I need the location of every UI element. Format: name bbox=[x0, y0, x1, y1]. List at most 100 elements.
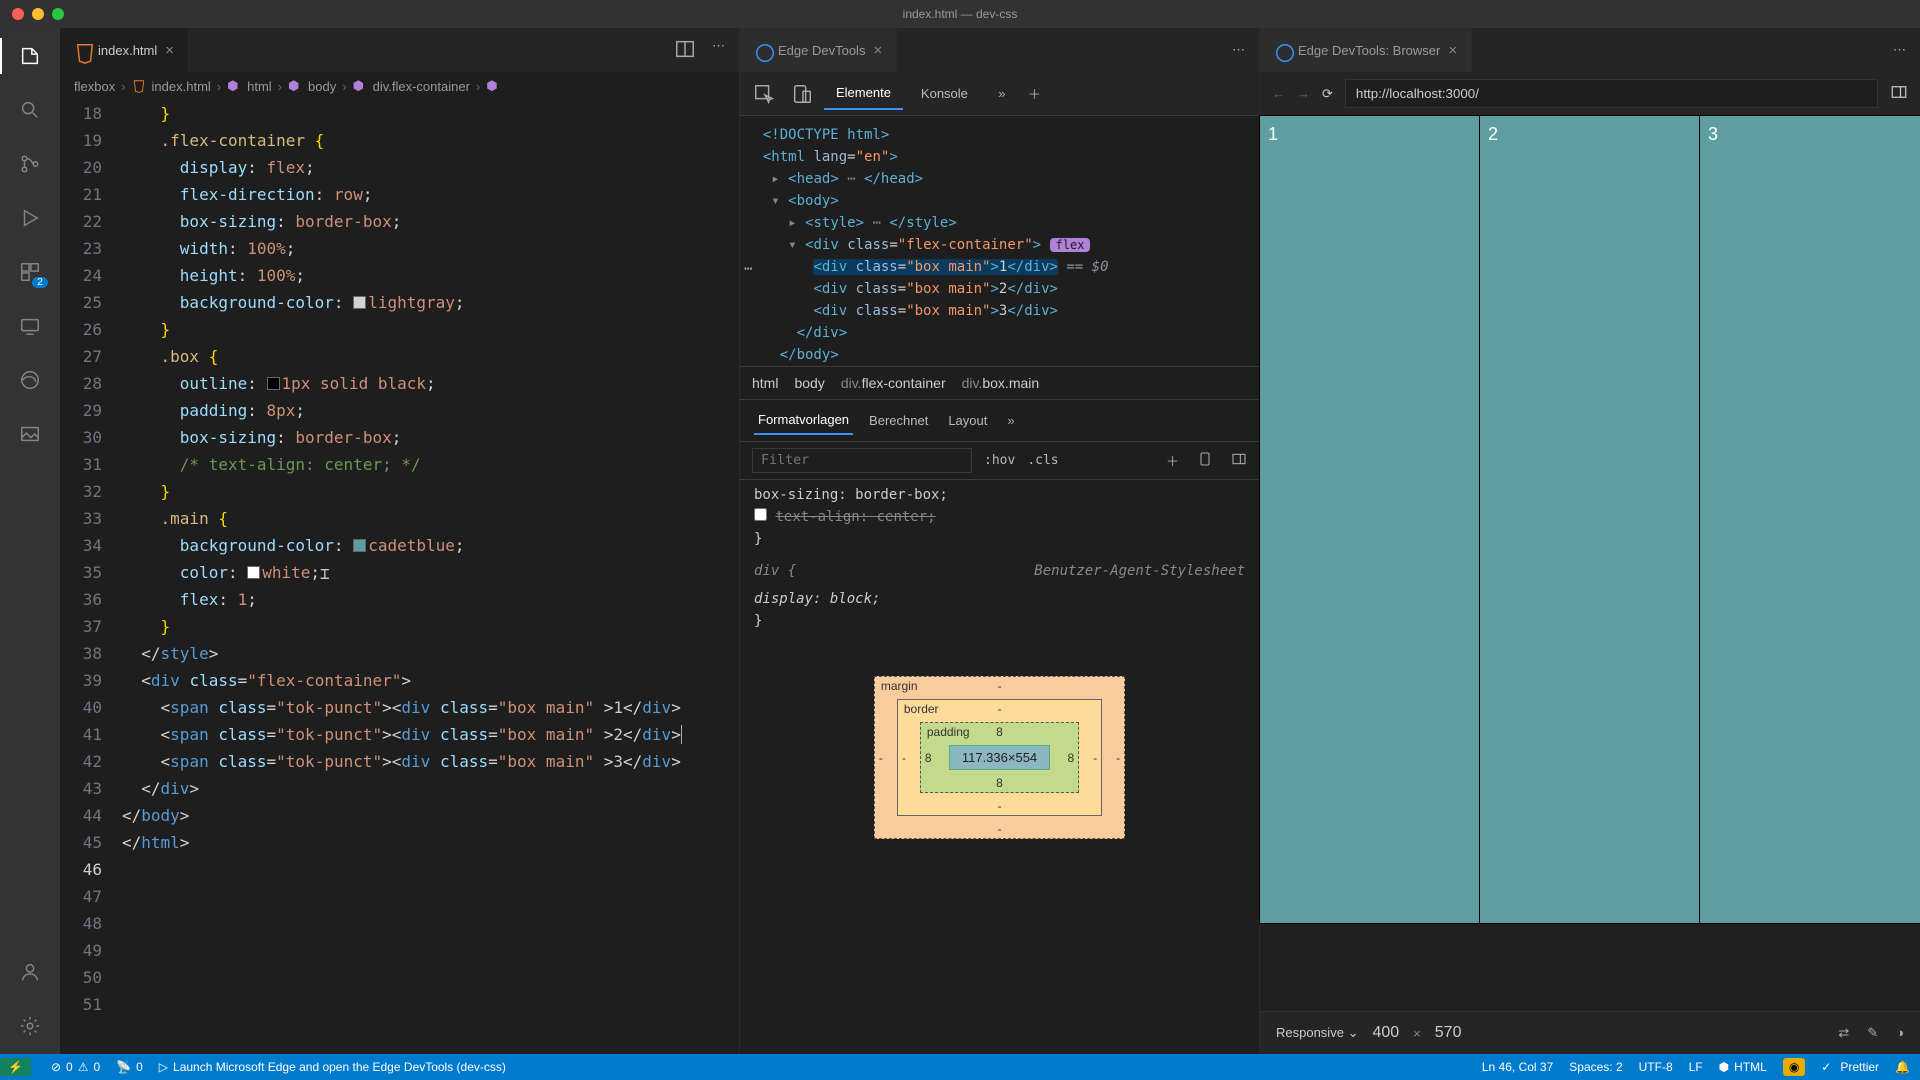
code-line[interactable]: .main { bbox=[122, 505, 739, 532]
new-rule-icon[interactable]: ＋ bbox=[1166, 451, 1179, 470]
close-tab-icon[interactable]: × bbox=[165, 42, 174, 59]
code-line[interactable]: height: 100%; bbox=[122, 262, 739, 289]
nav-forward-icon[interactable]: → bbox=[1297, 86, 1310, 101]
close-tab-icon[interactable]: × bbox=[1448, 42, 1457, 59]
account-icon[interactable] bbox=[16, 958, 44, 986]
styles-rules[interactable]: box-sizing: border-box; text-align: cent… bbox=[740, 480, 1259, 636]
device-icon[interactable] bbox=[1197, 451, 1213, 470]
settings-gear-icon[interactable] bbox=[16, 1012, 44, 1040]
dom-breadcrumbs[interactable]: html body div.flex-container div.box.mai… bbox=[740, 366, 1259, 400]
explorer-icon[interactable] bbox=[16, 42, 44, 70]
nav-back-icon[interactable]: ← bbox=[1272, 86, 1285, 101]
status-bell-icon[interactable]: 🔔 bbox=[1895, 1060, 1910, 1074]
viewport-height[interactable]: 570 bbox=[1435, 1024, 1462, 1042]
edge-icon[interactable] bbox=[16, 366, 44, 394]
breadcrumbs[interactable]: flexbox› index.html› ⬢ html› ⬢ body› ⬢ d… bbox=[60, 72, 739, 100]
code-line[interactable]: } bbox=[122, 316, 739, 343]
status-eol[interactable]: LF bbox=[1689, 1060, 1703, 1074]
code-line[interactable]: </style> bbox=[122, 640, 739, 667]
status-ports[interactable]: 📡 0 bbox=[116, 1060, 143, 1074]
url-input[interactable] bbox=[1345, 79, 1878, 108]
pane-icon[interactable] bbox=[1231, 451, 1247, 470]
breadcrumb-item[interactable]: flexbox bbox=[74, 79, 115, 94]
code-line[interactable]: <span class="tok-punct"><div class="box … bbox=[122, 694, 739, 721]
styles-tab-computed[interactable]: Berechnet bbox=[865, 407, 932, 434]
device-emulation-icon[interactable] bbox=[786, 83, 818, 105]
more-actions-icon[interactable]: ⋯ bbox=[1893, 42, 1906, 58]
split-editor-icon[interactable] bbox=[674, 38, 696, 63]
code-line[interactable]: flex-direction: row; bbox=[122, 181, 739, 208]
code-line[interactable]: padding: 8px; bbox=[122, 397, 739, 424]
code-line[interactable]: box-sizing: border-box; bbox=[122, 208, 739, 235]
code-line[interactable]: color: white; bbox=[122, 559, 739, 586]
close-tab-icon[interactable]: × bbox=[873, 42, 882, 59]
more-tabs-icon[interactable]: » bbox=[986, 86, 1018, 101]
source-control-icon[interactable] bbox=[16, 150, 44, 178]
minimize-window-button[interactable] bbox=[32, 8, 44, 20]
style-toggle[interactable] bbox=[754, 508, 767, 521]
styles-filter-input[interactable] bbox=[752, 448, 972, 473]
code-line[interactable]: <span class="tok-punct"><div class="box … bbox=[122, 748, 739, 775]
more-actions-icon[interactable]: ⋯ bbox=[712, 38, 725, 63]
cls-toggle[interactable]: .cls bbox=[1027, 453, 1058, 468]
dom-overflow-icon[interactable]: ⋯ bbox=[744, 258, 752, 280]
maximize-window-button[interactable] bbox=[52, 8, 64, 20]
close-window-button[interactable] bbox=[12, 8, 24, 20]
styles-tab-layout[interactable]: Layout bbox=[944, 407, 991, 434]
image-icon[interactable] bbox=[16, 420, 44, 448]
tab-edge-browser[interactable]: Edge DevTools: Browser × bbox=[1260, 28, 1472, 72]
breadcrumb-item[interactable]: index.html bbox=[152, 79, 211, 94]
code-line[interactable]: display: flex; bbox=[122, 154, 739, 181]
hov-toggle[interactable]: :hov bbox=[984, 453, 1015, 468]
code-line[interactable]: <div class="flex-container"> bbox=[122, 667, 739, 694]
dom-crumb[interactable]: div.box.main bbox=[962, 375, 1040, 391]
more-actions-icon[interactable]: ⋯ bbox=[1232, 42, 1245, 58]
code-editor[interactable]: 1819202122232425262728293031323334353637… bbox=[60, 100, 739, 1054]
code-line[interactable]: background-color: lightgray; bbox=[122, 289, 739, 316]
screenshot-icon[interactable]: ✎ bbox=[1867, 1025, 1878, 1041]
code-line[interactable]: background-color: cadetblue; bbox=[122, 532, 739, 559]
code-line[interactable]: .flex-container { bbox=[122, 127, 739, 154]
debug-icon[interactable] bbox=[16, 204, 44, 232]
styles-tab-styles[interactable]: Formatvorlagen bbox=[754, 406, 853, 435]
remote-indicator[interactable]: ⚡ bbox=[0, 1058, 31, 1076]
extensions-icon[interactable]: 2 bbox=[16, 258, 44, 286]
responsive-dropdown[interactable]: Responsive ⌄ bbox=[1276, 1025, 1358, 1041]
code-line[interactable]: width: 100%; bbox=[122, 235, 739, 262]
flex-badge[interactable]: flex bbox=[1050, 238, 1091, 252]
code-line[interactable]: </body> bbox=[122, 802, 739, 829]
code-line[interactable]: box-sizing: border-box; bbox=[122, 424, 739, 451]
status-lang[interactable]: ⬢ HTML bbox=[1719, 1060, 1767, 1074]
tab-edge-devtools[interactable]: Edge DevTools × bbox=[740, 28, 897, 72]
search-icon[interactable] bbox=[16, 96, 44, 124]
code-line[interactable]: } bbox=[122, 613, 739, 640]
code-line[interactable]: } bbox=[122, 100, 739, 127]
breadcrumb-item[interactable]: body bbox=[308, 79, 336, 94]
elements-tab[interactable]: Elemente bbox=[824, 77, 903, 110]
code-line[interactable]: flex: 1; bbox=[122, 586, 739, 613]
add-tab-icon[interactable]: ＋ bbox=[1028, 84, 1041, 103]
status-encoding[interactable]: UTF-8 bbox=[1639, 1060, 1673, 1074]
dom-crumb[interactable]: html bbox=[752, 375, 778, 391]
console-tab[interactable]: Konsole bbox=[909, 78, 980, 109]
code-line[interactable]: <span class="tok-punct"><div class="box … bbox=[122, 721, 739, 748]
status-errors[interactable]: ⊘ 0 ⚠ 0 bbox=[51, 1060, 100, 1074]
tab-index-html[interactable]: index.html × bbox=[60, 28, 189, 72]
status-prettier[interactable]: Prettier bbox=[1821, 1060, 1879, 1074]
viewport-width[interactable]: 400 bbox=[1372, 1024, 1399, 1042]
code-line[interactable]: } bbox=[122, 478, 739, 505]
remote-explorer-icon[interactable] bbox=[16, 312, 44, 340]
rotate-icon[interactable]: ⇄ bbox=[1838, 1025, 1849, 1041]
breadcrumb-item[interactable]: div.flex-container bbox=[373, 79, 470, 94]
dom-tree[interactable]: ⋯ <!DOCTYPE html> <html lang="en"> ▸ <he… bbox=[740, 116, 1259, 366]
breadcrumb-item[interactable]: html bbox=[247, 79, 272, 94]
status-cursor[interactable]: Ln 46, Col 37 bbox=[1482, 1060, 1553, 1074]
box-model-diagram[interactable]: margin - - - - border - - - - padding 8 … bbox=[740, 636, 1259, 849]
settings-icon[interactable]: ◑ bbox=[1896, 1025, 1904, 1041]
dom-crumb[interactable]: div.flex-container bbox=[841, 375, 946, 391]
inspect-element-icon[interactable] bbox=[748, 83, 780, 105]
code-content[interactable]: } .flex-container { display: flex; flex-… bbox=[122, 100, 739, 1054]
dom-crumb[interactable]: body bbox=[794, 375, 824, 391]
status-launch[interactable]: ▷ Launch Microsoft Edge and open the Edg… bbox=[159, 1060, 506, 1074]
more-tabs-icon[interactable]: » bbox=[1007, 413, 1014, 428]
